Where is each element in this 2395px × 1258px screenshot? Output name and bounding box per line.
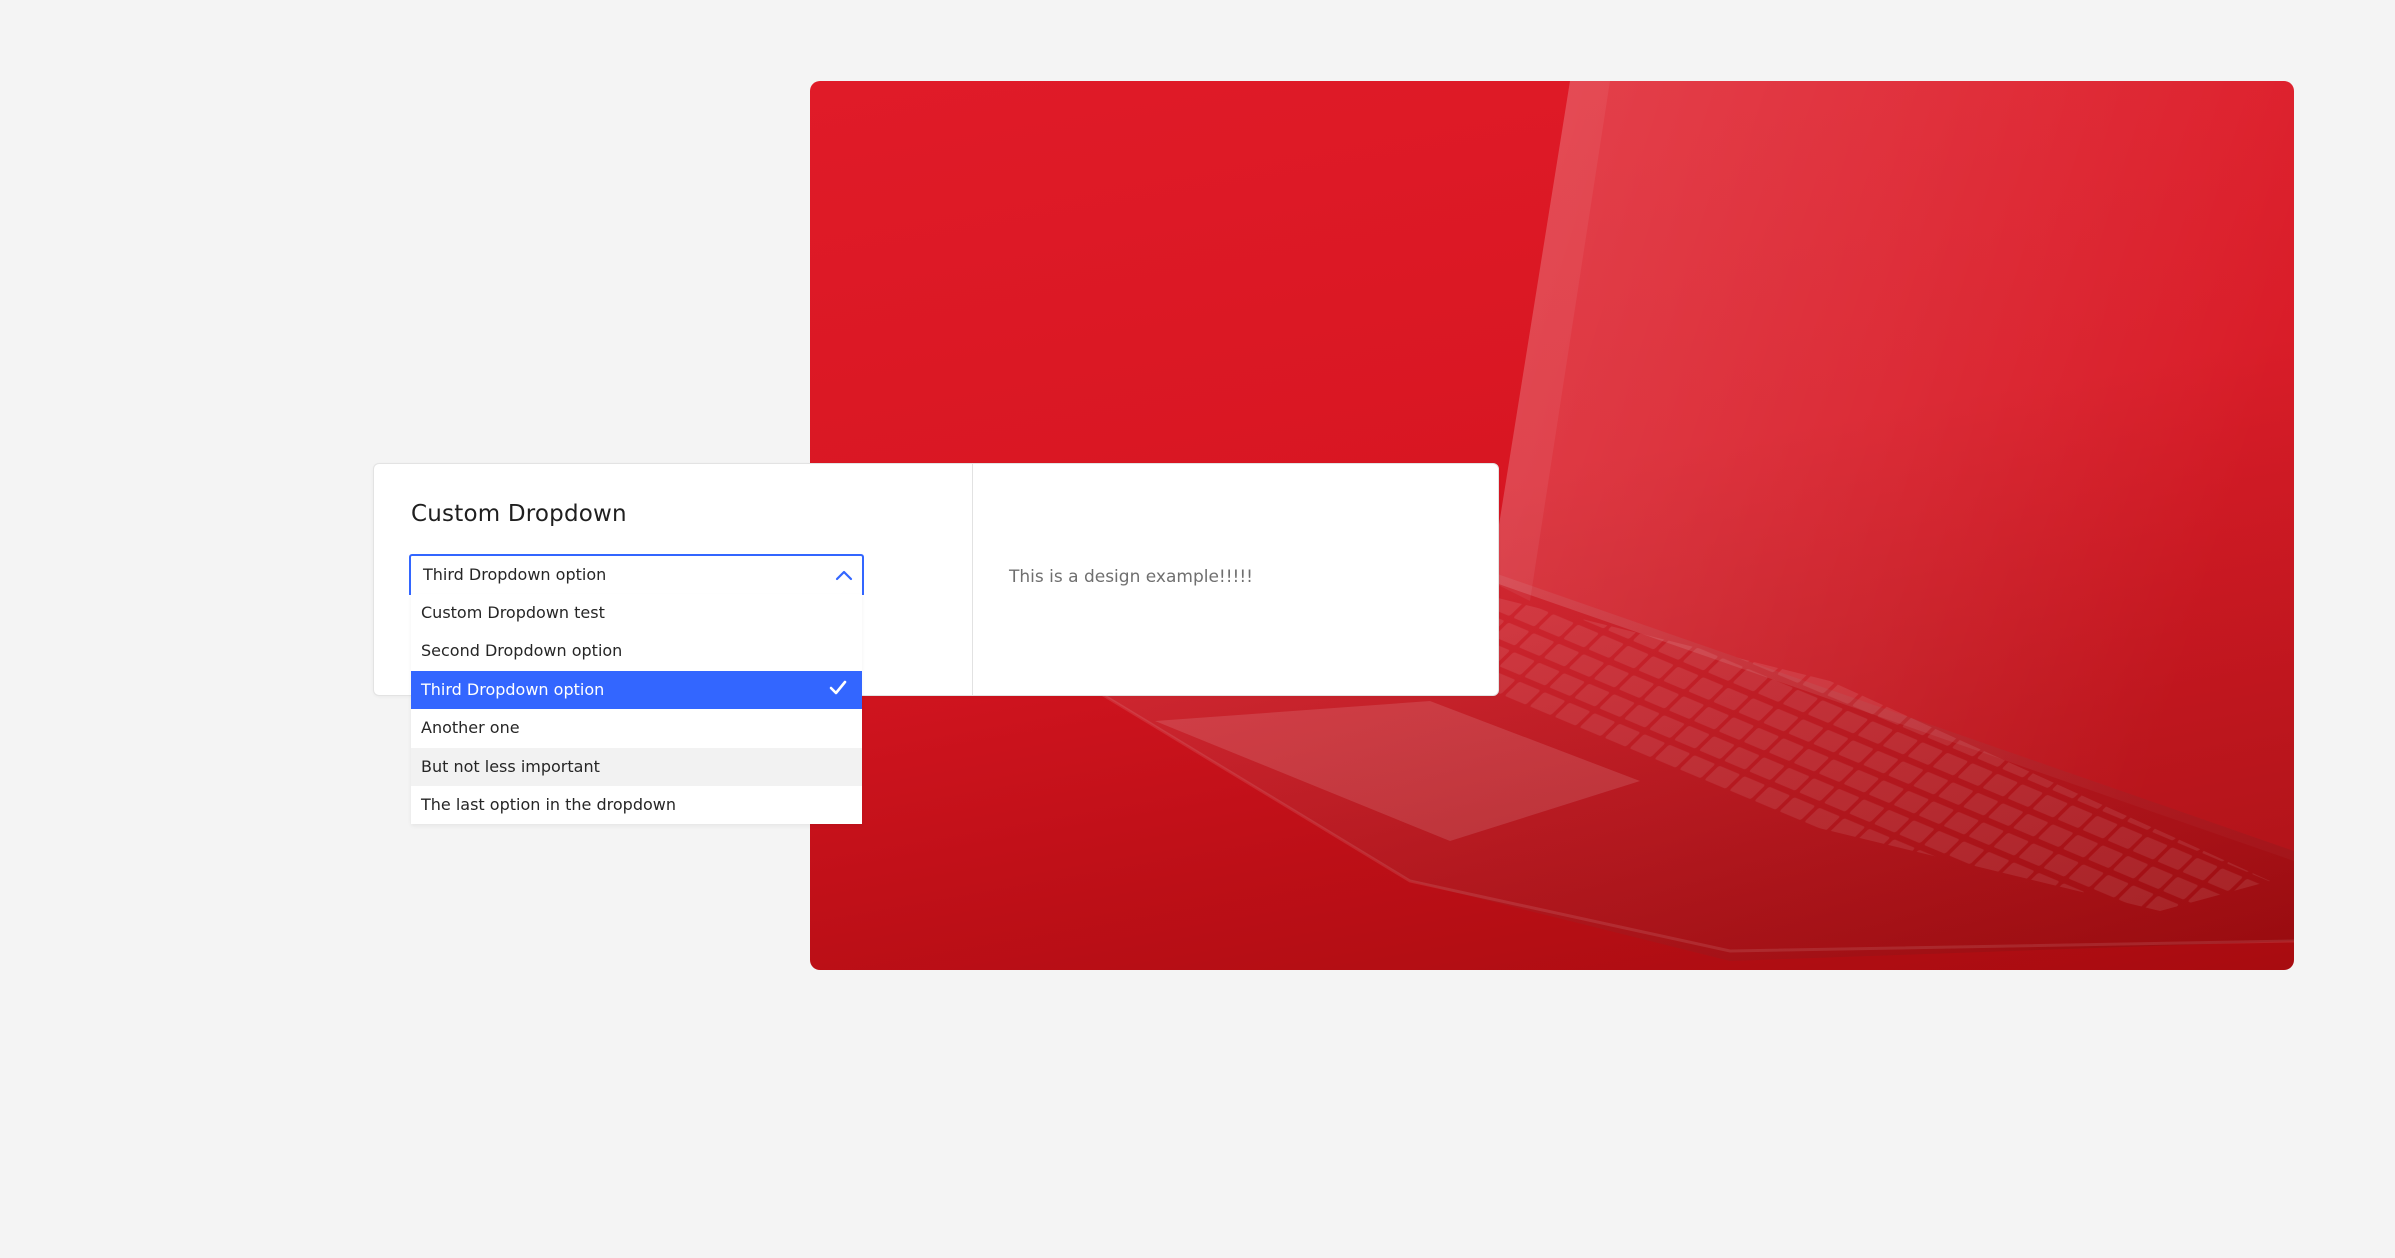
dropdown-option-label: Another one	[421, 718, 520, 738]
dropdown-options-list: Custom Dropdown test Second Dropdown opt…	[411, 594, 862, 825]
dropdown-option-label: Custom Dropdown test	[421, 603, 605, 622]
dropdown-option-label: Third Dropdown option	[421, 679, 605, 699]
dropdown-option-hovered[interactable]: But not less important	[411, 747, 862, 786]
custom-dropdown-select[interactable]: Third Dropdown option	[409, 554, 864, 595]
chevron-up-icon[interactable]	[835, 568, 853, 582]
design-example-text: This is a design example!!!!!	[1009, 567, 1253, 587]
dropdown-option-label: The last option in the dropdown	[421, 794, 676, 814]
dropdown-option-selected[interactable]: Third Dropdown option	[411, 670, 862, 710]
dropdown-option[interactable]: Second Dropdown option	[411, 632, 862, 670]
dropdown-option[interactable]: Custom Dropdown test	[411, 594, 862, 632]
dropdown-option[interactable]: The last option in the dropdown	[411, 786, 862, 824]
dropdown-option-label: Second Dropdown option	[421, 641, 623, 661]
card-title: Custom Dropdown	[411, 501, 627, 527]
check-icon	[829, 680, 847, 695]
dropdown-option-label: But not less important	[421, 756, 600, 776]
dropdown-selected-value: Third Dropdown option	[423, 565, 607, 584]
dropdown-option[interactable]: Another one	[411, 709, 862, 747]
